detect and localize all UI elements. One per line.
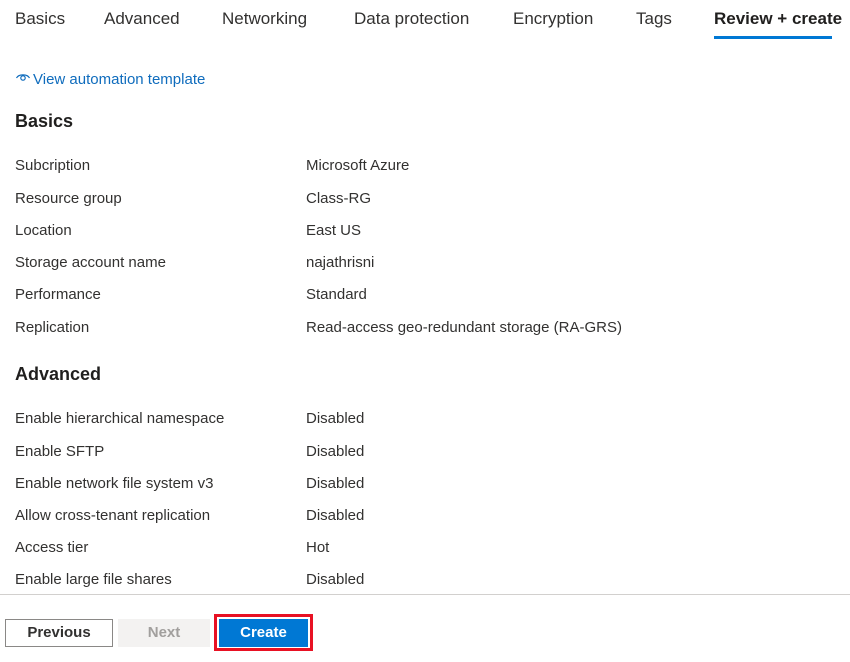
row-value: Disabled (306, 475, 365, 492)
summary-row: Storage account name najathrisni (0, 254, 850, 278)
row-label: Allow cross-tenant replication (15, 507, 211, 524)
tab-networking[interactable]: Networking (222, 9, 307, 29)
summary-row: Allow cross-tenant replication Disabled (0, 507, 850, 531)
row-value: Disabled (306, 410, 365, 427)
summary-row: Enable SFTP Disabled (0, 443, 850, 467)
eye-icon (15, 69, 33, 89)
tab-data-protection[interactable]: Data protection (354, 9, 469, 29)
tab-basics[interactable]: Basics (15, 9, 65, 29)
tab-review-create[interactable]: Review + create (714, 9, 842, 29)
row-value: najathrisni (306, 254, 375, 271)
row-label: Resource group (15, 190, 122, 207)
row-label: Performance (15, 286, 101, 303)
row-value: Disabled (306, 507, 365, 524)
previous-button[interactable]: Previous (5, 619, 113, 647)
footer-divider (0, 594, 850, 595)
view-automation-template-link[interactable]: View automation template (15, 69, 205, 89)
row-label: Access tier (15, 539, 89, 556)
row-value: Disabled (306, 571, 365, 588)
summary-row: Enable large file shares Disabled (0, 571, 850, 595)
next-button[interactable]: Next (118, 619, 210, 647)
row-value: Standard (306, 286, 367, 303)
summary-row: Subcription Microsoft Azure (0, 157, 850, 181)
row-label: Location (15, 222, 72, 239)
tab-bar: Basics Advanced Networking Data protecti… (0, 0, 850, 44)
tab-tags[interactable]: Tags (636, 9, 672, 29)
create-button[interactable]: Create (219, 619, 308, 647)
section-title-advanced: Advanced (15, 364, 102, 384)
row-label: Enable network file system v3 (15, 475, 214, 492)
row-value: Disabled (306, 443, 365, 460)
row-value: Hot (306, 539, 330, 556)
automation-link-label: View automation template (33, 70, 206, 88)
row-label: Subcription (15, 157, 91, 174)
summary-row: Performance Standard (0, 286, 850, 310)
row-label: Enable SFTP (15, 443, 105, 460)
row-label: Enable large file shares (15, 571, 172, 588)
tab-advanced[interactable]: Advanced (104, 9, 180, 29)
tab-encryption[interactable]: Encryption (513, 9, 593, 29)
row-value: Class-RG (306, 190, 372, 207)
summary-row: Replication Read-access geo-redundant st… (0, 319, 850, 343)
row-value: East US (306, 222, 362, 239)
summary-row: Location East US (0, 222, 850, 246)
summary-row: Enable network file system v3 Disabled (0, 475, 850, 499)
row-label: Replication (15, 319, 90, 336)
summary-row: Resource group Class-RG (0, 190, 850, 214)
section-title-basics: Basics (15, 111, 74, 131)
row-value: Microsoft Azure (306, 157, 410, 174)
row-value: Read-access geo-redundant storage (RA-GR… (306, 319, 622, 336)
row-label: Enable hierarchical namespace (15, 410, 225, 427)
active-tab-indicator (714, 36, 832, 39)
summary-row: Access tier Hot (0, 539, 850, 563)
summary-row: Enable hierarchical namespace Disabled (0, 410, 850, 434)
row-label: Storage account name (15, 254, 166, 271)
